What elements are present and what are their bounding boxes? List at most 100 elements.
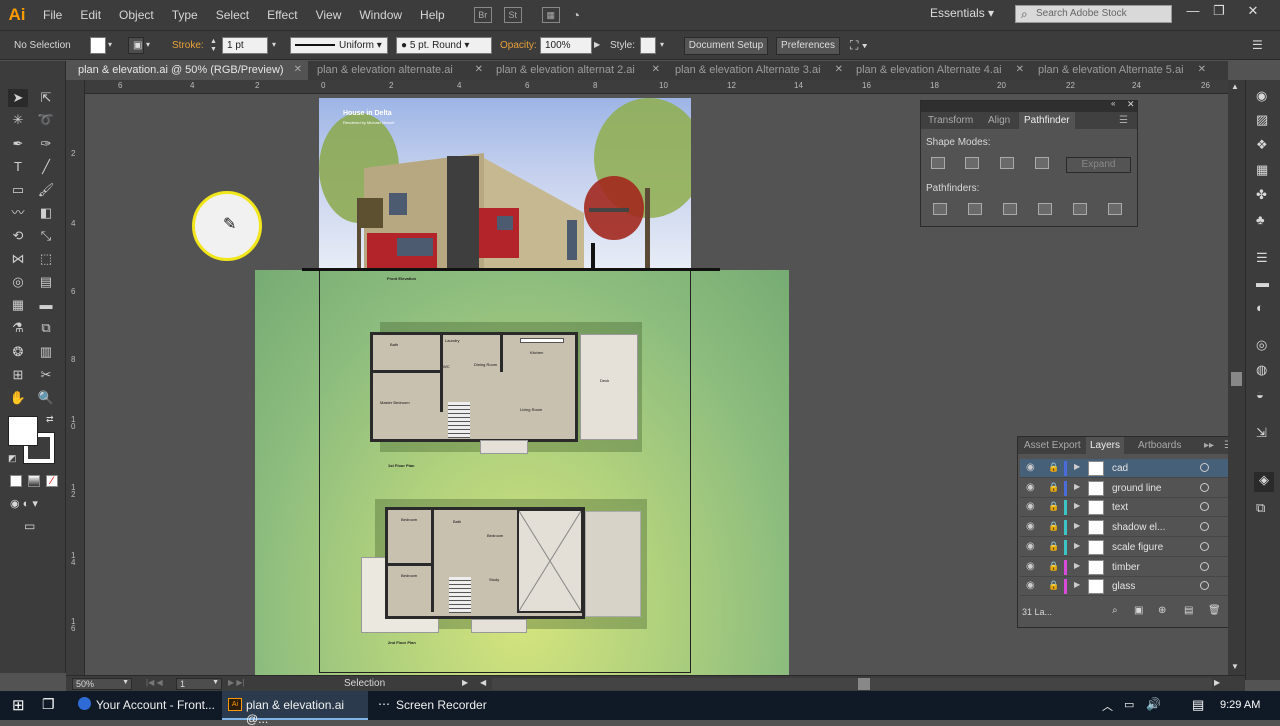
taskbar-item-screen-recorder[interactable]: ⋯ Screen Recorder (372, 691, 518, 720)
stroke-weight-field[interactable]: 1 pt (222, 37, 268, 54)
bridge-icon[interactable]: Br (473, 7, 492, 23)
menu-file[interactable]: File (34, 0, 71, 30)
layer-target-icon[interactable] (1200, 561, 1209, 571)
panel-menu-icon[interactable]: ☰ (1252, 38, 1263, 52)
windows-start-icon[interactable]: ⊞ (12, 696, 25, 714)
scroll-up-icon[interactable]: ▲ (1231, 82, 1239, 91)
outline-icon[interactable] (1073, 203, 1087, 215)
lasso-tool-icon[interactable]: ➰ (36, 111, 56, 129)
stroke-dropdown-icon[interactable]: ▾ (146, 40, 150, 49)
status-menu-icon[interactable]: ▶ (462, 678, 468, 687)
perspective-grid-tool-icon[interactable]: ▤ (36, 273, 56, 291)
variable-width-profile[interactable]: Uniform ▾ (290, 37, 388, 54)
tab-plan-elevation[interactable]: plan & elevation.ai @ 50% (RGB/Preview) ✕ (72, 61, 308, 80)
expand-layer-icon[interactable]: ▶ (1074, 561, 1080, 570)
expand-layer-icon[interactable]: ▶ (1074, 521, 1080, 530)
stock-search-input[interactable]: ⌕ Search Adobe Stock (1015, 5, 1172, 23)
collapse-icon[interactable]: « (1111, 99, 1115, 108)
layer-target-icon[interactable] (1200, 502, 1209, 512)
curvature-tool-icon[interactable]: ✑ (36, 135, 56, 153)
notifications-icon[interactable]: ▤ (1192, 697, 1204, 713)
volume-icon[interactable]: 🔊 (1146, 697, 1161, 711)
opacity-field[interactable]: 100% (540, 37, 592, 54)
lock-icon[interactable]: 🔒 (1048, 482, 1059, 493)
shaper-tool-icon[interactable]: 〰 (8, 204, 28, 222)
graph-tool-icon[interactable]: ▥ (36, 343, 56, 361)
hand-tool-icon[interactable]: ✋ (8, 389, 28, 407)
tab-plan-elevation-alternate-3[interactable]: plan & elevation Alternate 3.ai ✕ (669, 61, 849, 80)
new-sublayer-icon[interactable]: ⊕ (1158, 605, 1166, 616)
menu-object[interactable]: Object (110, 0, 163, 30)
layer-target-icon[interactable] (1200, 522, 1209, 532)
menu-edit[interactable]: Edit (71, 0, 110, 30)
tab-plan-elevation-alternate[interactable]: plan & elevation alternate.ai ✕ (311, 61, 489, 80)
direct-selection-tool-icon[interactable]: ⇱ (36, 89, 56, 107)
gradient-panel-icon[interactable]: ▬ (1256, 275, 1269, 290)
symbols-icon[interactable]: ♣ (1256, 212, 1265, 227)
type-tool-icon[interactable]: T (8, 158, 28, 176)
divide-icon[interactable] (933, 203, 947, 215)
blend-tool-icon[interactable]: ⧉ (36, 319, 56, 337)
artboard-number-field[interactable]: 1 ▼ (176, 678, 222, 690)
scroll-thumb[interactable] (1231, 372, 1242, 386)
zoom-field[interactable]: 50% ▼ (72, 678, 132, 690)
arrange-documents-icon[interactable]: ▦ (541, 7, 560, 23)
stroke-label[interactable]: Stroke: (172, 40, 204, 51)
gpu-performance-icon[interactable]: ◔ (572, 7, 580, 23)
minus-front-icon[interactable] (965, 157, 979, 169)
tray-chevron-icon[interactable]: ︿ (1102, 698, 1113, 714)
close-button[interactable]: ✕ (1240, 3, 1266, 23)
close-tab-icon[interactable]: ✕ (294, 64, 302, 75)
scroll-left-icon[interactable]: ◀ (480, 678, 486, 687)
menu-help[interactable]: Help (411, 0, 454, 30)
fill-dropdown-icon[interactable]: ▾ (108, 40, 112, 49)
vertical-scrollbar[interactable]: ▲ ▼ (1228, 80, 1245, 675)
artboard-tool-icon[interactable]: ⊞ (8, 366, 28, 384)
second-floor-plan[interactable]: Bedroom Bath Bedroom Bedroom Study (361, 499, 647, 633)
minimize-button[interactable]: — (1180, 3, 1206, 23)
lock-icon[interactable]: 🔒 (1048, 561, 1059, 572)
visibility-eye-icon[interactable]: ◉ (1026, 521, 1035, 532)
menu-select[interactable]: Select (207, 0, 258, 30)
layer-name[interactable]: timber (1112, 562, 1140, 573)
close-tab-icon[interactable]: ✕ (475, 64, 483, 75)
scroll-down-icon[interactable]: ▼ (1231, 662, 1239, 671)
mesh-tool-icon[interactable]: ▦ (8, 296, 28, 314)
clock[interactable]: 9:29 AM (1220, 699, 1260, 711)
transparency-icon[interactable]: ◐ (1256, 300, 1264, 315)
lock-icon[interactable]: 🔒 (1048, 501, 1059, 512)
layer-name[interactable]: text (1112, 502, 1128, 513)
taskbar-item-illustrator[interactable]: Ai plan & elevation.ai @... (222, 691, 368, 726)
ground-line[interactable] (302, 268, 720, 271)
gradient-tool-icon[interactable]: ▬ (36, 296, 56, 314)
fill-swatch[interactable] (90, 37, 106, 54)
swap-fill-stroke-icon[interactable]: ⇄ (46, 414, 54, 425)
tab-transform[interactable]: Transform (928, 115, 973, 126)
crop-icon[interactable] (1038, 203, 1052, 215)
menu-effect[interactable]: Effect (258, 0, 306, 30)
layer-name[interactable]: cad (1112, 463, 1128, 474)
exclude-icon[interactable] (1035, 157, 1049, 169)
close-tab-icon[interactable]: ✕ (835, 64, 843, 75)
artboards-icon[interactable]: ⧉ (1256, 500, 1265, 516)
symbol-sprayer-tool-icon[interactable]: ❂ (8, 343, 28, 361)
selection-tool-icon[interactable]: ➤ (8, 89, 28, 107)
layers-icon[interactable]: ◈ (1254, 472, 1274, 492)
stroke-weight-dropdown-icon[interactable]: ▾ (272, 40, 276, 49)
zoom-tool-icon[interactable]: 🔍 (36, 389, 56, 407)
opacity-slider-icon[interactable]: ▶ (594, 40, 600, 49)
expand-layer-icon[interactable]: ▶ (1074, 501, 1080, 510)
brushes-icon[interactable]: ✤ (1256, 187, 1267, 203)
visibility-eye-icon[interactable]: ◉ (1026, 482, 1035, 493)
lock-icon[interactable]: 🔒 (1048, 541, 1059, 552)
close-tab-icon[interactable]: ✕ (1016, 64, 1024, 75)
libraries-icon[interactable]: ▨ (1256, 112, 1268, 128)
menu-type[interactable]: Type (163, 0, 207, 30)
intersect-icon[interactable] (1000, 157, 1014, 169)
pen-tool-icon[interactable]: ✒ (8, 135, 28, 153)
layer-row[interactable]: ◉ 🔒 ▶ glass (1020, 577, 1230, 597)
tab-plan-elevation-alternate-5[interactable]: plan & elevation Alternate 5.ai ✕ (1032, 61, 1212, 80)
first-floor-plan[interactable]: Bath Laundry Kitchen WC Dining Room Deck… (370, 322, 642, 457)
width-tool-icon[interactable]: ⋈ (8, 250, 28, 268)
visibility-eye-icon[interactable]: ◉ (1026, 501, 1035, 512)
